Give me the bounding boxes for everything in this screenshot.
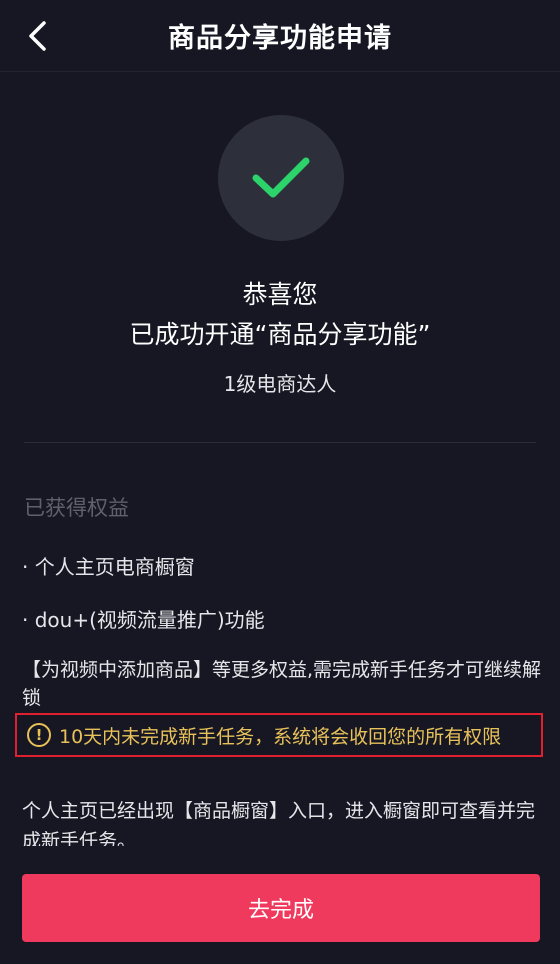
chevron-left-icon — [29, 21, 46, 51]
exclamation-circle-icon: ! — [27, 723, 51, 747]
benefit-item-storefront: · 个人主页电商橱窗 — [22, 555, 195, 579]
benefit-item-dou-plus: · dou+(视频流量推广)功能 — [22, 608, 265, 632]
warning-text: 10天内未完成新手任务，系统将会收回您的所有权限 — [59, 725, 502, 748]
check-icon — [252, 157, 310, 198]
divider — [24, 442, 536, 443]
complete-button[interactable]: 去完成 — [22, 874, 540, 942]
benefits-title: 已获得权益 — [24, 496, 129, 520]
success-badge — [218, 115, 344, 241]
congrats-line-2: 已成功开通“商品分享功能” — [129, 320, 431, 349]
screen: 商品分享功能申请 恭喜您 已成功开通“商品分享功能” 1级电商达人 已获得权益 … — [0, 0, 560, 964]
page-title: 商品分享功能申请 — [168, 23, 392, 54]
level-label: 1级电商达人 — [223, 372, 337, 396]
back-button[interactable] — [18, 16, 58, 56]
unlock-note: 【为视频中添加商品】等更多权益,需完成新手任务才可继续解锁 — [22, 659, 542, 709]
congrats-line-1: 恭喜您 — [242, 280, 318, 309]
header: 商品分享功能申请 — [0, 0, 560, 72]
info-text: 个人主页已经出现【商品橱窗】入口，进入橱窗即可查看并完成新手任务。 — [22, 800, 536, 848]
warning-box: ! 10天内未完成新手任务，系统将会收回您的所有权限 — [15, 713, 543, 757]
